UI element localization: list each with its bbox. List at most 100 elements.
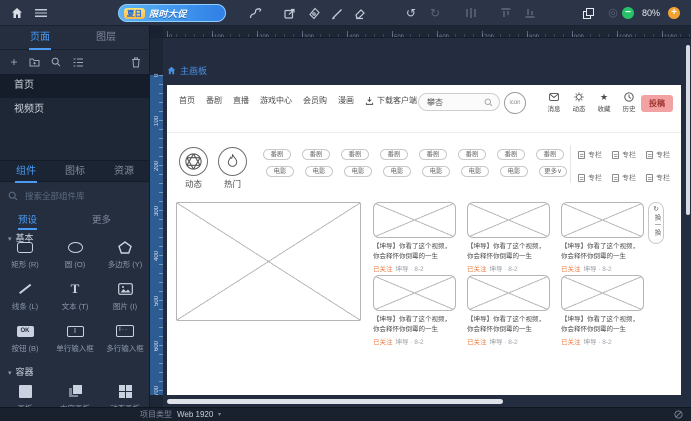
tab-presets[interactable]: 预设 (18, 214, 38, 230)
category-chip[interactable]: 番剧 (497, 149, 525, 160)
pencil-tool-icon[interactable] (328, 0, 346, 26)
tab-resources[interactable]: 资源 (102, 161, 146, 183)
video-card[interactable]: 【坤导】你看了这个视频，你会释怀你倒霉的一生 已关注 坤导 · 8-2 (467, 275, 550, 346)
video-thumbnail-placeholder[interactable] (561, 275, 644, 311)
artboard-label[interactable]: 主画板 (167, 64, 207, 77)
help-disabled-icon[interactable] (674, 410, 683, 419)
preview-target-icon[interactable]: ◎ (604, 0, 622, 26)
page-item-home[interactable]: 首页 (0, 74, 149, 98)
horizontal-scrollbar[interactable] (167, 399, 503, 404)
column-link[interactable]: 专栏 (612, 148, 646, 161)
category-chip[interactable]: 电影 (305, 166, 333, 177)
video-thumbnail-placeholder[interactable] (467, 275, 550, 311)
layers-icon[interactable] (579, 0, 597, 26)
list-view-icon[interactable] (70, 50, 86, 74)
design-canvas[interactable]: 主画板 首页 番剧 直播 游戏中心 会员购 漫画 下载客户端 攀杏 icon 消息 (163, 38, 691, 407)
category-chip[interactable]: 电影 (422, 166, 450, 177)
align-bottom-icon[interactable] (521, 0, 539, 26)
category-chip[interactable]: 番剧 (380, 149, 408, 160)
video-thumbnail-placeholder[interactable] (561, 202, 644, 238)
frame-export-tool-icon[interactable] (280, 0, 298, 26)
redo-icon[interactable]: ↻ (426, 0, 444, 26)
tab-more[interactable]: 更多 (92, 214, 111, 230)
align-top-icon[interactable] (497, 0, 515, 26)
nav-link[interactable]: 游戏中心 (260, 95, 292, 106)
download-client-link[interactable]: 下载客户端 (365, 95, 417, 106)
category-chip[interactable]: 电影 (383, 166, 411, 177)
video-thumbnail-placeholder[interactable] (373, 202, 456, 238)
search-pages-icon[interactable] (48, 50, 64, 74)
avatar-placeholder[interactable]: icon (504, 92, 526, 114)
component-search-input[interactable] (23, 190, 133, 202)
nav-link[interactable]: 直播 (233, 95, 249, 106)
video-card[interactable]: 【坤导】你看了这个视频，你会释怀你倒霉的一生 已关注 坤导 · 8-2 (373, 202, 456, 273)
nav-action-history[interactable]: 历史 (618, 91, 640, 113)
nav-link[interactable]: 漫画 (338, 95, 354, 106)
category-chip[interactable]: 更多∨ (539, 166, 567, 177)
component-textarea[interactable]: I·· 多行输入框 (100, 322, 150, 354)
zoom-level[interactable]: 80% (638, 0, 664, 26)
tab-pages[interactable]: 页面 (18, 26, 62, 50)
distribute-horizontal-icon[interactable] (462, 0, 480, 26)
undo-icon[interactable]: ↺ (402, 0, 420, 26)
filter-tab-hot[interactable] (218, 147, 247, 176)
video-card[interactable]: 【坤导】你看了这个视频，你会释怀你倒霉的一生 已关注 坤导 · 8-2 (561, 275, 644, 346)
followed-badge[interactable]: 已关注 (467, 266, 487, 273)
category-chip[interactable]: 番剧 (302, 149, 330, 160)
refresh-list-button[interactable]: ↻ 换一换 (648, 202, 664, 244)
nav-link[interactable]: 会员购 (303, 95, 327, 106)
trash-icon[interactable] (128, 50, 144, 74)
section-container[interactable]: ▾ 容器 (8, 366, 34, 378)
category-chip[interactable]: 电影 (344, 166, 372, 177)
component-input[interactable]: I 单行输入框 (50, 322, 100, 354)
vertical-scrollbar[interactable] (686, 45, 690, 215)
video-card[interactable]: 【坤导】你看了这个视频，你会释怀你倒霉的一生 已关注 坤导 · 8-2 (467, 202, 550, 273)
followed-badge[interactable]: 已关注 (561, 339, 581, 346)
column-link[interactable]: 专栏 (578, 171, 612, 184)
category-chip[interactable]: 番剧 (419, 149, 447, 160)
tab-components[interactable]: 组件 (4, 161, 48, 183)
video-card[interactable]: 【坤导】你看了这个视频，你会释怀你倒霉的一生 已关注 坤导 · 8-2 (373, 275, 456, 346)
promo-badge[interactable]: 夏日 限时大促 (118, 4, 226, 22)
menu-icon[interactable] (32, 0, 50, 26)
category-chip[interactable]: 番剧 (536, 149, 564, 160)
add-folder-icon[interactable] (26, 50, 42, 74)
connector-tool-icon[interactable] (246, 0, 264, 26)
zoom-in-button[interactable]: + (668, 7, 680, 19)
category-chip[interactable]: 番剧 (263, 149, 291, 160)
followed-badge[interactable]: 已关注 (561, 266, 581, 273)
eraser-tool-icon[interactable] (350, 0, 368, 26)
video-card[interactable]: 【坤导】你看了这个视频，你会释怀你倒霉的一生 已关注 坤导 · 8-2 (561, 202, 644, 273)
followed-badge[interactable]: 已关注 (467, 339, 487, 346)
tab-layers[interactable]: 图层 (84, 26, 128, 50)
submit-button[interactable]: 投稿 (641, 95, 673, 112)
component-polygon[interactable]: 多边形 (Y) (100, 238, 150, 270)
hero-image-placeholder[interactable] (176, 202, 361, 321)
component-ellipse[interactable]: 圆 (O) (50, 238, 100, 270)
category-chip[interactable]: 番剧 (458, 149, 486, 160)
column-link[interactable]: 专栏 (646, 148, 680, 161)
category-chip[interactable]: 电影 (266, 166, 294, 177)
component-text[interactable]: T 文本 (T) (50, 280, 100, 312)
followed-badge[interactable]: 已关注 (373, 339, 393, 346)
tab-icons[interactable]: 图标 (53, 161, 97, 183)
nav-link[interactable]: 番剧 (206, 95, 222, 106)
zoom-out-button[interactable]: − (622, 7, 634, 19)
wireframe-search-box[interactable]: 攀杏 (418, 93, 500, 111)
column-link[interactable]: 专栏 (578, 148, 612, 161)
pen-tool-icon[interactable] (305, 0, 323, 26)
video-thumbnail-placeholder[interactable] (467, 202, 550, 238)
category-chip[interactable]: 番剧 (341, 149, 369, 160)
column-link[interactable]: 专栏 (646, 171, 680, 184)
main-artboard[interactable]: 首页番剧直播游戏中心会员购漫画 下载客户端 攀杏 icon 消息 动态 (167, 85, 681, 395)
component-rectangle[interactable]: 矩形 (R) (0, 238, 50, 270)
page-item-video[interactable]: 视频页 (0, 98, 149, 122)
component-line[interactable]: 线条 (L) (0, 280, 50, 312)
component-image[interactable]: 图片 (I) (100, 280, 150, 312)
project-type-value[interactable]: Web 1920 (177, 408, 213, 421)
nav-action-messages[interactable]: 消息 (543, 91, 565, 113)
nav-link[interactable]: 首页 (179, 95, 195, 106)
filter-tab-dynamic[interactable] (179, 147, 208, 176)
home-icon[interactable] (8, 0, 26, 26)
category-chip[interactable]: 电影 (461, 166, 489, 177)
